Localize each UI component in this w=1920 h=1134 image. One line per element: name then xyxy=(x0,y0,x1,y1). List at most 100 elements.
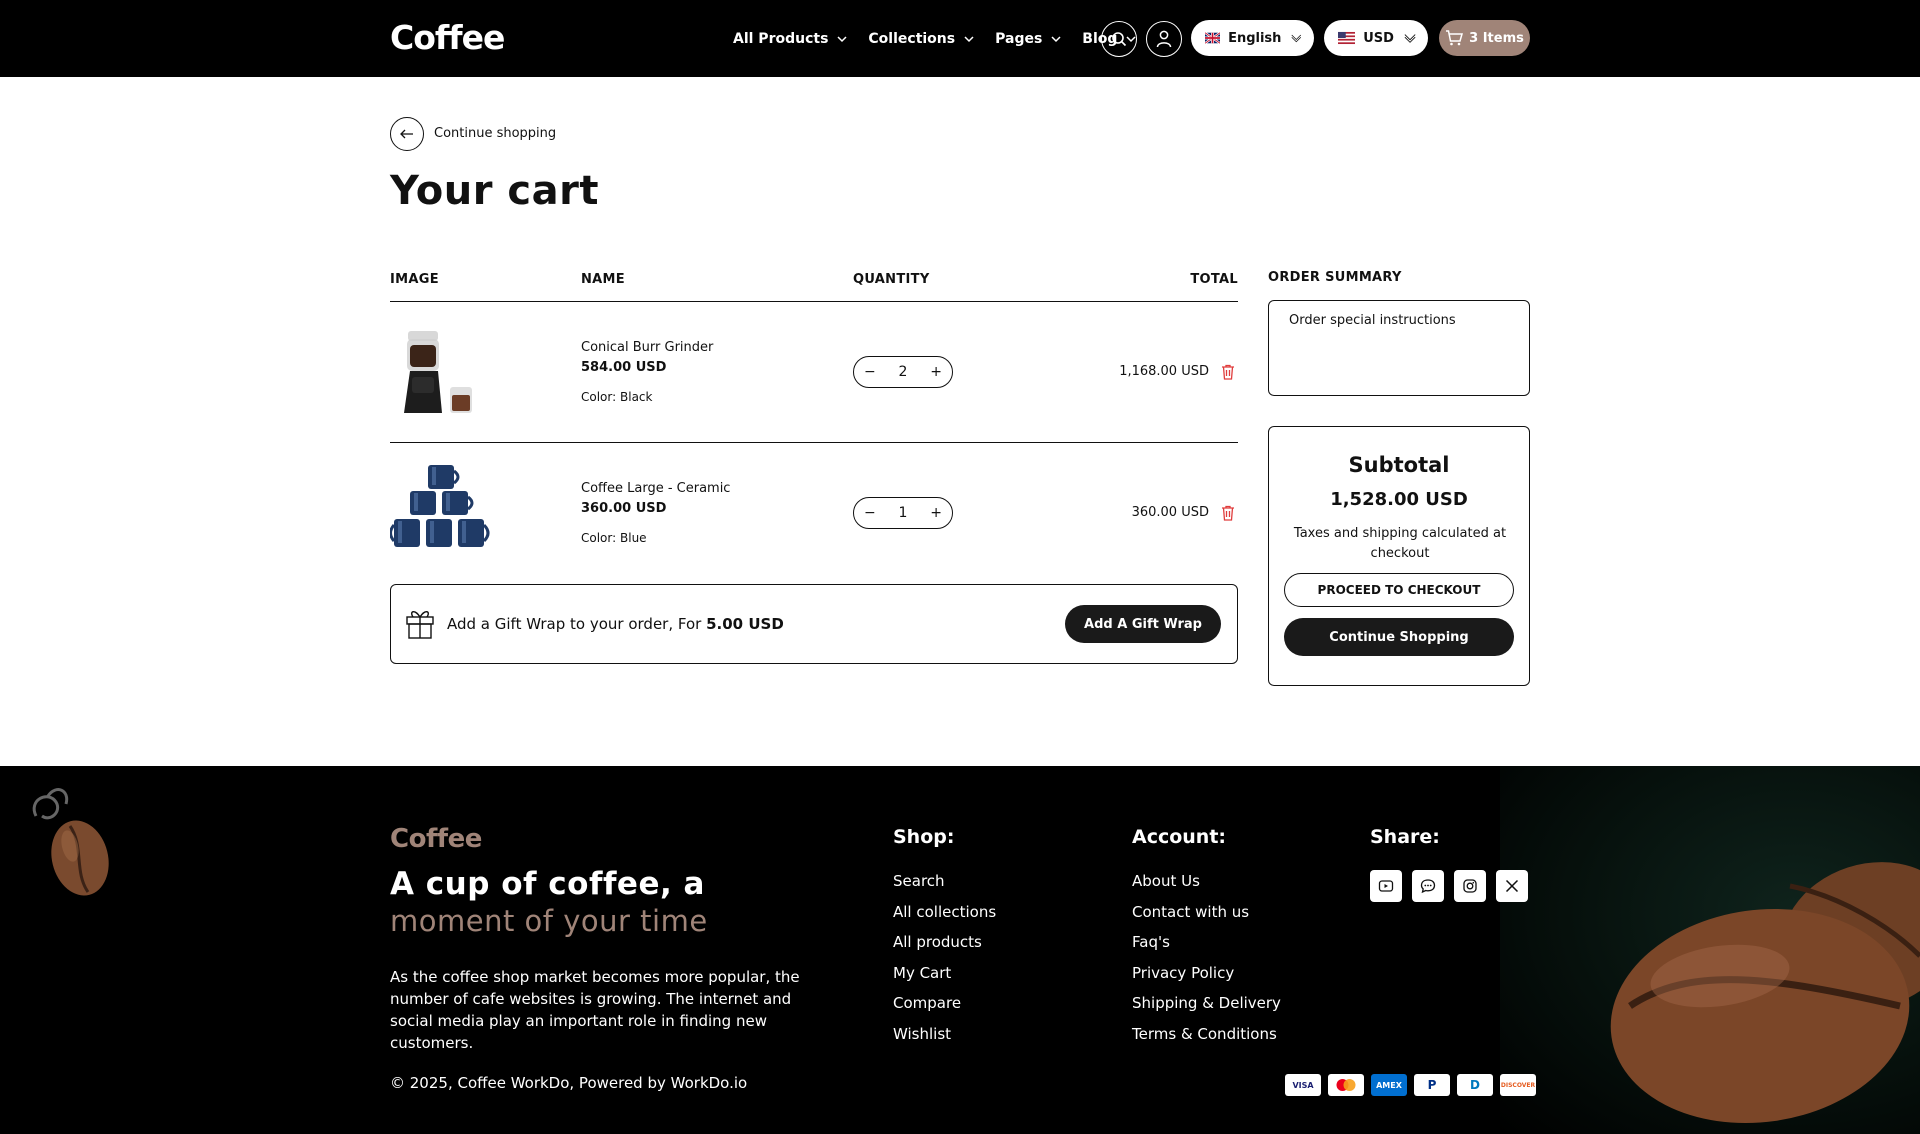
currency-label: USD xyxy=(1363,30,1394,46)
instagram-button[interactable] xyxy=(1454,870,1486,902)
trash-icon[interactable] xyxy=(1221,505,1235,521)
proceed-to-checkout-button[interactable]: PROCEED TO CHECKOUT xyxy=(1284,573,1514,607)
add-gift-wrap-button[interactable]: Add A Gift Wrap xyxy=(1065,605,1221,643)
footer-account-links: About Us Contact with us Faq's Privacy P… xyxy=(1132,872,1281,1055)
color-value: Black xyxy=(620,390,653,404)
footer-link-wishlist[interactable]: Wishlist xyxy=(893,1025,996,1056)
footer-link-about-us[interactable]: About Us xyxy=(1132,872,1281,903)
continue-shopping-link[interactable]: Continue shopping xyxy=(434,126,556,141)
search-icon xyxy=(1112,32,1127,47)
youtube-button[interactable] xyxy=(1370,870,1402,902)
footer-link-privacy[interactable]: Privacy Policy xyxy=(1132,964,1281,995)
site-logo[interactable]: Coffee xyxy=(390,18,505,57)
instagram-icon xyxy=(1463,879,1477,893)
quantity-value[interactable]: 2 xyxy=(899,364,908,380)
cart-icon xyxy=(1446,30,1464,46)
footer-link-terms[interactable]: Terms & Conditions xyxy=(1132,1025,1281,1056)
nav-all-products[interactable]: All Products xyxy=(733,31,848,47)
site-header: Coffee All Products Collections Pages Bl… xyxy=(0,0,1920,77)
mugs-image xyxy=(389,465,490,547)
gift-wrap-price: 5.00 USD xyxy=(706,615,784,633)
footer-share-title: Share: xyxy=(1370,826,1440,848)
color-label: Color: xyxy=(581,531,617,545)
diners-icon: D xyxy=(1457,1074,1493,1096)
x-icon xyxy=(1505,879,1519,893)
footer-account-title: Account: xyxy=(1132,826,1227,848)
currency-selector[interactable]: USD xyxy=(1324,20,1428,56)
footer-tagline: A cup of coffee, a xyxy=(390,866,705,902)
footer-link-all-products[interactable]: All products xyxy=(893,933,996,964)
footer-tagline-accent: moment of your time xyxy=(390,904,708,938)
column-header-image: IMAGE xyxy=(390,272,439,287)
amex-icon: AMEX xyxy=(1371,1074,1407,1096)
quantity-stepper: − 2 + xyxy=(853,356,953,388)
product-image-grinder[interactable] xyxy=(390,325,500,420)
amex-label: AMEX xyxy=(1376,1080,1402,1090)
product-color: Color: Blue xyxy=(581,531,647,545)
footer-link-faqs[interactable]: Faq's xyxy=(1132,933,1281,964)
footer-link-my-cart[interactable]: My Cart xyxy=(893,964,996,995)
paypal-label: P xyxy=(1427,1078,1437,1092)
page-title: Your cart xyxy=(390,168,599,214)
row-divider xyxy=(390,442,1238,443)
chat-button[interactable] xyxy=(1412,870,1444,902)
language-selector[interactable]: English xyxy=(1191,20,1314,56)
subtotal-label: Subtotal xyxy=(1348,453,1450,477)
diners-label: D xyxy=(1470,1078,1480,1092)
footer-link-search[interactable]: Search xyxy=(893,872,996,903)
footer-link-all-collections[interactable]: All collections xyxy=(893,903,996,934)
payment-methods: VISA AMEX P D DISCOVER xyxy=(1278,1074,1536,1096)
product-name[interactable]: Conical Burr Grinder xyxy=(581,340,713,355)
footer-link-contact[interactable]: Contact with us xyxy=(1132,903,1281,934)
cart-button[interactable]: 3 Items xyxy=(1439,20,1530,56)
paypal-icon: P xyxy=(1414,1074,1450,1096)
gift-wrap-banner: Add a Gift Wrap to your order, For 5.00 … xyxy=(390,584,1238,664)
column-header-quantity: QUANTITY xyxy=(853,272,930,287)
youtube-icon xyxy=(1378,880,1394,892)
order-notes-input[interactable] xyxy=(1268,300,1530,396)
gift-icon xyxy=(406,611,434,639)
tax-note: Taxes and shipping calculated at checkou… xyxy=(1293,526,1507,561)
gift-wrap-text: Add a Gift Wrap to your order, For 5.00 … xyxy=(447,615,784,633)
nav-collections[interactable]: Collections xyxy=(868,31,975,47)
nav-pages[interactable]: Pages xyxy=(995,31,1062,47)
product-color: Color: Black xyxy=(581,390,652,404)
footer-link-compare[interactable]: Compare xyxy=(893,994,996,1025)
column-header-total: TOTAL xyxy=(1190,272,1238,287)
decrement-button[interactable]: − xyxy=(864,364,876,380)
color-value: Blue xyxy=(620,531,647,545)
product-price: 360.00 USD xyxy=(581,501,667,516)
footer-link-shipping[interactable]: Shipping & Delivery xyxy=(1132,994,1281,1025)
coffee-beans-decoration xyxy=(1610,862,1920,1124)
chevron-down-icon xyxy=(1051,35,1061,42)
quantity-stepper: − 1 + xyxy=(853,497,953,529)
back-button[interactable] xyxy=(390,117,424,151)
search-button[interactable] xyxy=(1101,21,1137,57)
subtotal-amount: 1,528.00 USD xyxy=(1330,489,1468,510)
x-button[interactable] xyxy=(1496,870,1528,902)
subtotal-card: Subtotal 1,528.00 USD Taxes and shipping… xyxy=(1268,426,1530,686)
trash-icon[interactable] xyxy=(1221,364,1235,380)
language-label: English xyxy=(1228,30,1282,46)
column-header-name: NAME xyxy=(581,272,625,287)
product-name[interactable]: Coffee Large - Ceramic xyxy=(581,481,730,496)
continue-shopping-button[interactable]: Continue Shopping xyxy=(1284,618,1514,656)
chevron-down-icon xyxy=(837,35,847,42)
decrement-button[interactable]: − xyxy=(864,505,876,521)
quantity-value[interactable]: 1 xyxy=(899,505,908,521)
footer-logo[interactable]: Coffee xyxy=(390,824,482,854)
us-flag-icon xyxy=(1338,31,1356,45)
increment-button[interactable]: + xyxy=(930,364,942,380)
nav-label: Pages xyxy=(995,30,1043,47)
chevron-down-icon xyxy=(1291,34,1302,43)
footer-shop-links: Search All collections All products My C… xyxy=(893,872,996,1055)
color-label: Color: xyxy=(581,390,617,404)
chevron-down-icon xyxy=(964,35,974,42)
product-image-mugs[interactable] xyxy=(389,461,500,556)
arrow-left-icon xyxy=(400,129,413,139)
increment-button[interactable]: + xyxy=(930,505,942,521)
chevron-down-icon xyxy=(1404,34,1416,43)
account-button[interactable] xyxy=(1146,21,1182,57)
mastercard-icon xyxy=(1328,1074,1364,1096)
order-summary-title: ORDER SUMMARY xyxy=(1268,270,1402,285)
